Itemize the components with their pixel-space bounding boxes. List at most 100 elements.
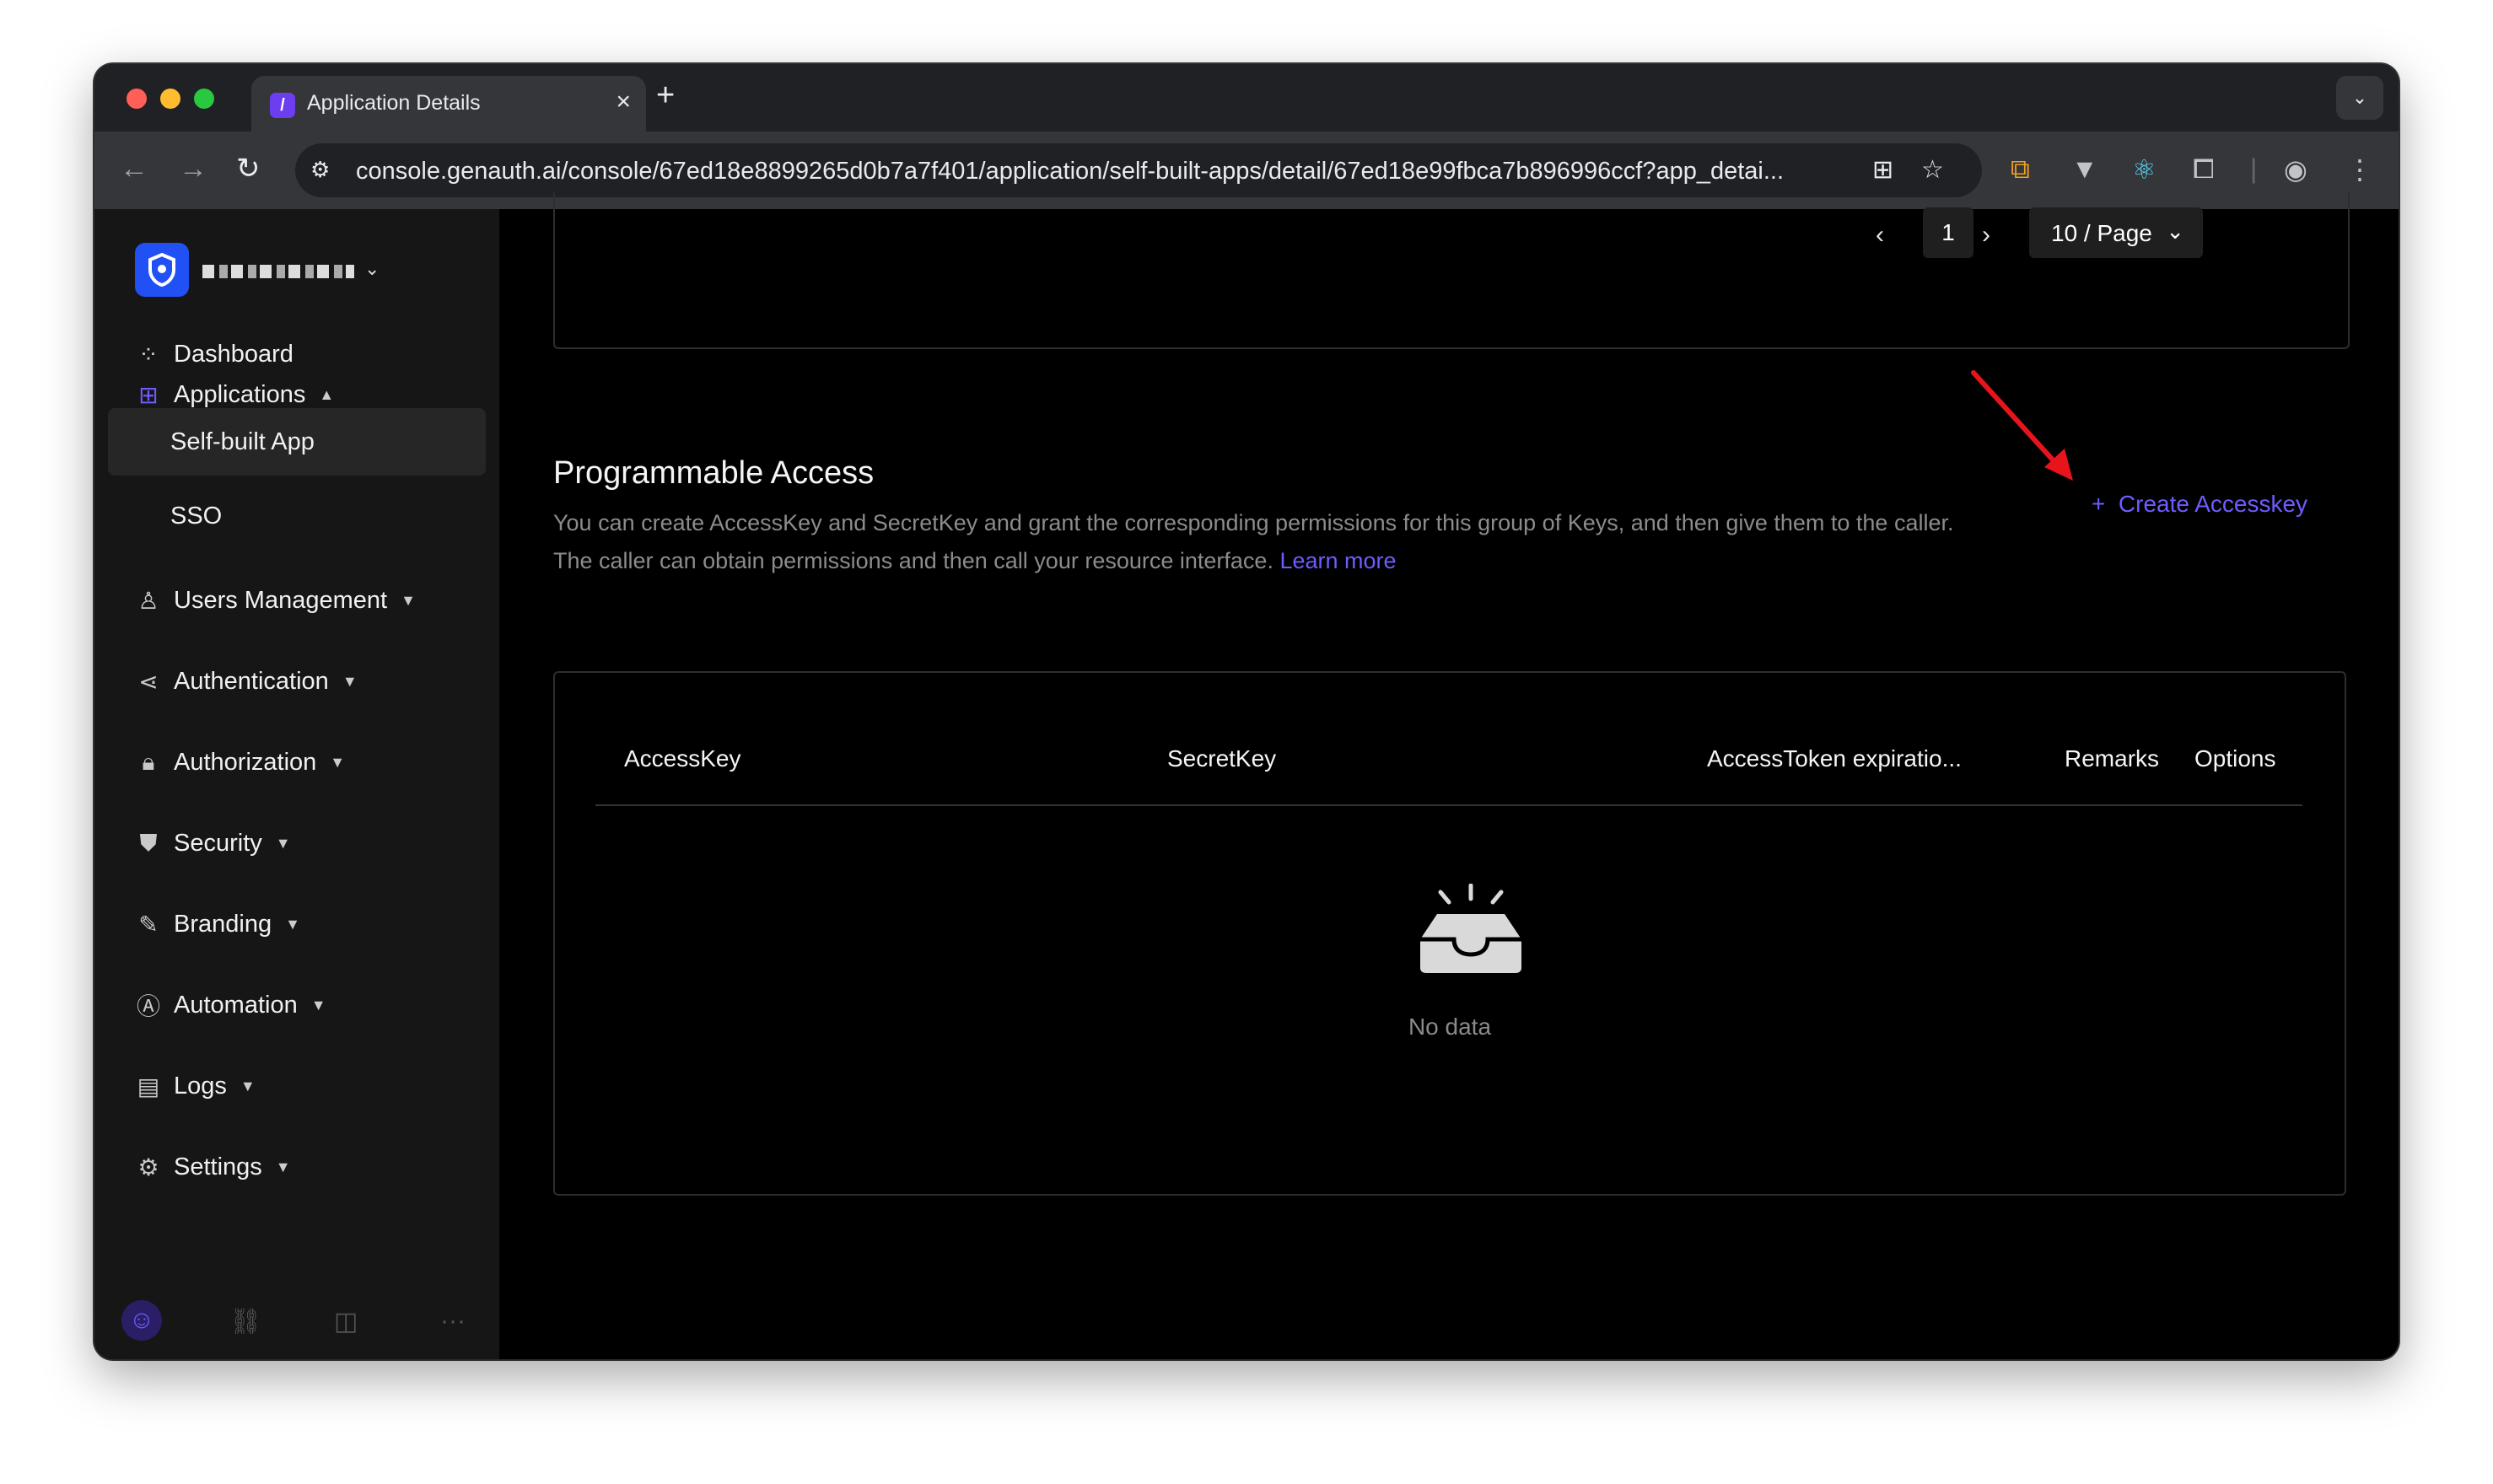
- column-header-accesstoken-expiration: AccessToken expiratio...: [1707, 745, 1962, 772]
- annotation-arrow: [1971, 370, 2073, 481]
- sidebar-item-label: Branding: [174, 910, 272, 938]
- empty-state-text: No data: [1408, 1014, 1492, 1040]
- bookmark-star-icon[interactable]: ☆: [1921, 155, 1944, 185]
- sidebar-item-label: Users Management: [174, 586, 388, 614]
- bot-assistant-icon[interactable]: ☺: [121, 1300, 162, 1341]
- sidebar-subitem-label: Self-built App: [170, 428, 315, 455]
- chevron-down-icon: ⌄: [2166, 218, 2184, 244]
- sidebar-subitem-self-built-app[interactable]: Self-built App: [108, 408, 486, 476]
- sidebar-item-label: Authentication: [174, 667, 329, 695]
- sidebar-item-label: Automation: [174, 991, 298, 1019]
- address-bar[interactable]: ⚙ console.genauth.ai/console/67ed18e8899…: [295, 143, 1982, 197]
- section-description: You can create AccessKey and SecretKey a…: [553, 504, 2071, 580]
- caret-down-icon: ▼: [310, 996, 326, 1014]
- sidebar-item-label: Authorization: [174, 748, 317, 776]
- sidebar-item-label: Logs: [174, 1072, 227, 1100]
- link-icon[interactable]: ⛓: [229, 1307, 261, 1336]
- translate-icon[interactable]: ⊞: [1872, 155, 1893, 185]
- sidebar: ⌄ ⁘ Dashboard ⊞ Applications ▲ Self-buil…: [94, 209, 499, 1359]
- toolbar-divider: |: [2250, 153, 2258, 184]
- browser-menu-icon[interactable]: ⋮: [2346, 153, 2373, 186]
- main-content: ‹ 1 › 10 / Page ⌄ Programmable Access Yo…: [499, 192, 2399, 1359]
- docs-book-icon[interactable]: ◫: [334, 1307, 358, 1336]
- sidebar-item-automation[interactable]: Ⓐ Automation ▼: [135, 985, 326, 1025]
- sidebar-item-security[interactable]: ⛊ Security ▼: [135, 823, 291, 863]
- column-header-remarks: Remarks: [2065, 745, 2160, 772]
- sidebar-item-authorization[interactable]: 🔒︎ Authorization ▼: [135, 742, 346, 782]
- org-logo-icon: [135, 243, 189, 297]
- logs-icon: ▤: [137, 1073, 160, 1100]
- browser-tab[interactable]: / Application Details ×: [251, 76, 646, 132]
- column-header-options: Options: [2194, 745, 2276, 772]
- applications-icon: ⊞: [138, 381, 159, 408]
- sidebar-footer: ☺ ⛓ ◫ ···: [121, 1300, 493, 1344]
- url-text: console.genauth.ai/console/67ed18e889926…: [356, 158, 1785, 185]
- profile-icon[interactable]: ◉: [2284, 153, 2307, 186]
- description-line-1: You can create AccessKey and SecretKey a…: [553, 510, 1954, 535]
- page-size-select[interactable]: 10 / Page ⌄: [2029, 207, 2203, 258]
- sidebar-item-authentication[interactable]: ⋖ Authentication ▼: [135, 661, 357, 702]
- automation-icon: Ⓐ: [136, 993, 160, 1019]
- shield-icon: ⛊: [139, 829, 158, 856]
- more-icon[interactable]: ···: [440, 1307, 466, 1336]
- minimize-window-button[interactable]: [160, 89, 180, 109]
- react-devtools-icon[interactable]: ⚛: [2132, 153, 2156, 186]
- create-accesskey-button[interactable]: + Create Accesskey: [2092, 491, 2307, 518]
- accesskey-table: AccessKey SecretKey AccessToken expirati…: [553, 671, 2346, 1196]
- genauth-favicon-icon: /: [270, 93, 295, 118]
- sidebar-item-settings[interactable]: ⚙ Settings ▼: [135, 1147, 291, 1187]
- create-accesskey-label: Create Accesskey: [2118, 491, 2308, 517]
- close-tab-icon[interactable]: ×: [616, 88, 631, 116]
- new-tab-button[interactable]: +: [656, 78, 675, 114]
- sidebar-item-dashboard[interactable]: ⁘ Dashboard: [135, 334, 293, 374]
- share-icon: ⋖: [138, 668, 159, 695]
- tab-strip: / Application Details × + ⌄: [94, 64, 2399, 132]
- caret-down-icon: ▼: [275, 1158, 291, 1175]
- caret-down-icon: ▼: [275, 834, 291, 852]
- section-title: Programmable Access: [553, 455, 875, 491]
- sidebar-item-logs[interactable]: ▤ Logs ▼: [135, 1066, 256, 1106]
- sidebar-item-label: Dashboard: [174, 340, 293, 368]
- tab-search-button[interactable]: ⌄: [2336, 76, 2383, 120]
- sidebar-item-users-management[interactable]: ♙ Users Management ▼: [135, 580, 416, 621]
- description-line-2: The caller can obtain permissions and th…: [553, 548, 1273, 573]
- extension-icon-1[interactable]: ⧉: [2011, 153, 2030, 186]
- column-header-secretkey: SecretKey: [1167, 745, 1277, 772]
- table-header-divider: [595, 804, 2302, 806]
- next-page-icon[interactable]: ›: [1982, 221, 1990, 250]
- sidebar-item-label: Settings: [174, 1153, 262, 1180]
- sidebar-item-label: Security: [174, 829, 262, 857]
- dashboard-icon: ⁘: [138, 341, 159, 368]
- caret-down-icon: ▼: [330, 753, 346, 771]
- prev-page-icon[interactable]: ‹: [1876, 221, 1884, 250]
- user-icon: ♙: [137, 587, 159, 614]
- learn-more-link[interactable]: Learn more: [1279, 548, 1396, 573]
- sidebar-subitem-sso[interactable]: SSO: [108, 482, 486, 550]
- site-info-icon[interactable]: ⚙: [310, 157, 330, 183]
- caret-down-icon: ▼: [401, 591, 416, 609]
- org-name-redacted: [202, 265, 354, 278]
- column-header-accesskey: AccessKey: [624, 745, 741, 772]
- back-icon[interactable]: ←: [120, 152, 148, 186]
- sidebar-item-label: Applications: [174, 380, 306, 408]
- sidebar-item-branding[interactable]: ✎ Branding ▼: [135, 904, 300, 944]
- close-window-button[interactable]: [127, 89, 147, 109]
- reload-icon[interactable]: ↻: [236, 152, 261, 186]
- page-number-button[interactable]: 1: [1923, 207, 1973, 258]
- page-size-label: 10 / Page: [2051, 220, 2152, 246]
- maximize-window-button[interactable]: [194, 89, 214, 109]
- sidebar-subitem-label: SSO: [170, 503, 223, 530]
- tab-title: Application Details: [307, 91, 481, 115]
- chevron-down-icon: ⌄: [364, 258, 380, 279]
- plus-icon: +: [2092, 491, 2106, 517]
- forward-icon[interactable]: →: [179, 152, 207, 186]
- browser-window: / Application Details × + ⌄ ← → ↻ ⚙ cons…: [94, 64, 2399, 1359]
- caret-up-icon: ▲: [319, 385, 335, 403]
- extensions-puzzle-icon[interactable]: ⧠: [2193, 153, 2215, 186]
- empty-inbox-icon: [1420, 884, 1521, 973]
- brush-icon: ✎: [138, 911, 159, 938]
- previous-table-card: ‹ 1 › 10 / Page ⌄: [553, 192, 2350, 349]
- caret-down-icon: ▼: [240, 1077, 256, 1094]
- extension-icon-2[interactable]: ▼: [2071, 153, 2098, 185]
- caret-down-icon: ▼: [285, 915, 300, 933]
